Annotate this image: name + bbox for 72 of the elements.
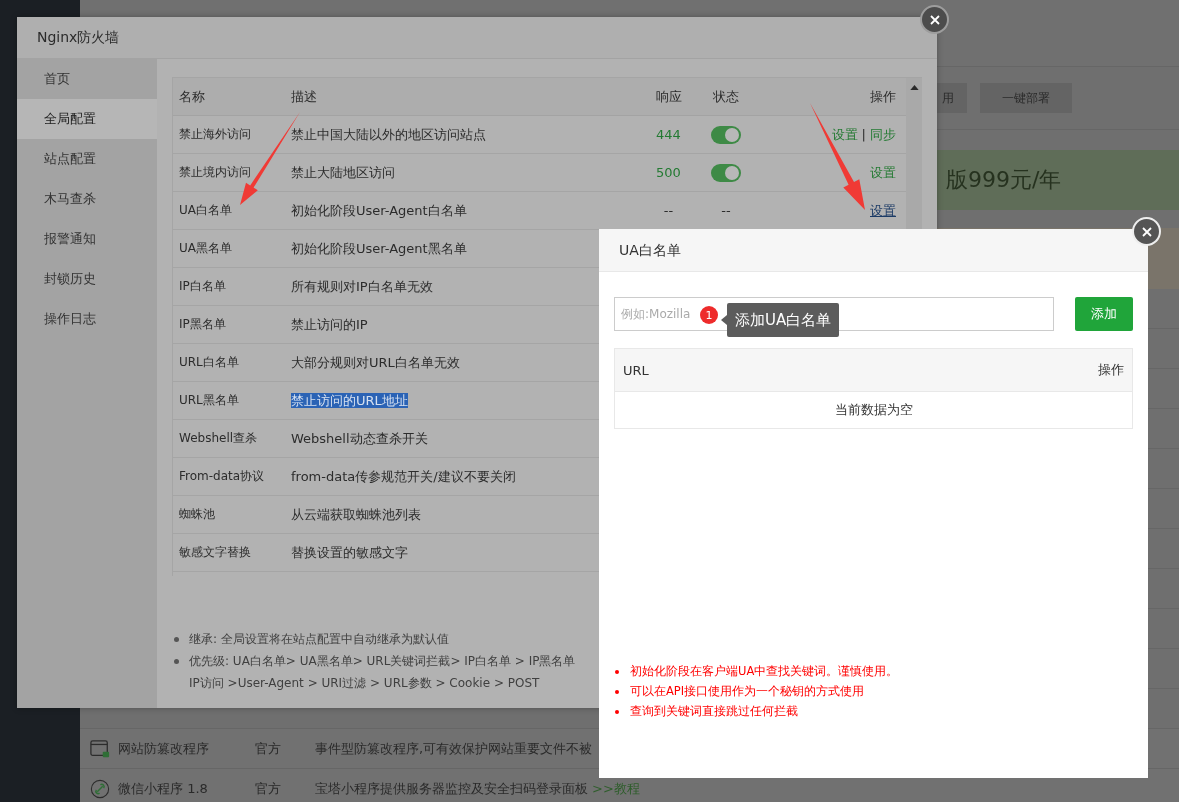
rule-name: URL黑名单: [178, 392, 240, 409]
bullet-icon: [615, 709, 619, 714]
plugin-name: 网站防篡改程序: [118, 739, 210, 758]
rule-description: 禁止访问的IP: [291, 316, 368, 332]
note-text: 优先级: UA白名单> UA黑名单> URL关键词拦截> IP白名单 > IP黑名单: [189, 653, 576, 670]
rule-description: 大部分规则对URL白名单无效: [291, 354, 460, 370]
rule-name: From-data协议: [178, 468, 266, 485]
link-circle-icon: [90, 778, 110, 799]
note-text: 查询到关键词直接跳过任何拦截: [630, 704, 798, 719]
sidebar-item[interactable]: 全局配置: [17, 99, 157, 139]
rule-name: UA黑名单: [178, 240, 233, 257]
rule-name: Webshell查杀: [178, 430, 259, 447]
note-text: IP访问 >User-Agent > URI过滤 > URL参数 > Cookie > POST: [189, 675, 541, 692]
toggle-switch[interactable]: [711, 125, 741, 144]
column-header: URL: [623, 362, 649, 378]
rule-description: 禁止中国大陆以外的地区访问站点: [291, 126, 486, 142]
rule-name: IP黑名单: [178, 316, 227, 333]
column-header: 响应: [654, 87, 683, 106]
tooltip: 添加UA白名单: [727, 303, 840, 337]
action-link[interactable]: 设置: [870, 163, 896, 182]
column-header: 名称: [178, 87, 206, 106]
rule-name: URL白名单: [178, 354, 240, 371]
rule-description: 初始化阶段User-Agent白名单: [291, 202, 467, 218]
note-text: 继承: 全局设置将在站点配置中自动继承为默认值: [189, 631, 449, 648]
column-header: 操作: [1098, 361, 1124, 379]
rule-description: Webshell动态查杀开关: [291, 430, 428, 446]
close-icon: [928, 13, 941, 26]
column-header: 状态: [712, 87, 740, 106]
column-header: 操作: [869, 87, 897, 106]
action-link[interactable]: 同步: [870, 125, 896, 144]
bullet-icon: [615, 669, 619, 674]
action-link[interactable]: 设置: [870, 201, 896, 220]
status-text: --: [721, 203, 731, 218]
rule-description: 初始化阶段User-Agent黑名单: [291, 240, 467, 256]
note-text: 初始化阶段在客户端UA中查找关键词。谨慎使用。: [630, 664, 899, 679]
browser-window-icon: [90, 738, 110, 759]
rule-description: 所有规则对IP白名单无效: [291, 278, 433, 294]
response-code: 444: [656, 127, 681, 142]
rule-description: 替换设置的敏感文字: [291, 544, 408, 560]
rule-name: 禁止海外访问: [178, 126, 252, 143]
bullet-icon: [174, 659, 179, 664]
plugin-description: 宝塔小程序提供服务器监控及安全扫码登录面板: [315, 779, 588, 798]
empty-message: 当前数据为空: [834, 401, 913, 419]
column-header: 描述: [291, 87, 318, 106]
response-code: --: [663, 203, 674, 218]
rule-name: 蜘蛛池: [178, 506, 216, 523]
rule-name: IP白名单: [178, 278, 227, 295]
dialog-title: Nginx防火墙: [17, 17, 937, 59]
plugin-description: 事件型防篡改程序,可有效保护网站重要文件不被: [315, 739, 593, 758]
rule-name: 禁止境内访问: [178, 164, 252, 181]
rule-description: 禁止访问的URL地址: [291, 392, 408, 408]
response-code: 500: [656, 165, 681, 180]
rule-description: from-data传参规范开关/建议不要关闭: [291, 468, 516, 484]
rule-name: 敏感文字替换: [178, 544, 252, 561]
rule-description: 从云端获取蜘蛛池列表: [291, 506, 421, 522]
add-button[interactable]: 添加: [1075, 297, 1133, 331]
plugin-name: 微信小程序 1.8: [118, 779, 209, 798]
note-text: 可以在API接口使用作为一个秘钥的方式使用: [630, 684, 865, 699]
separator-text: |: [861, 127, 866, 142]
plugin-source: 官方: [255, 739, 282, 758]
dialog-title: UA白名单: [599, 229, 1148, 272]
close-icon: [1140, 225, 1153, 238]
banner-text: 版999元/年: [946, 166, 1062, 194]
rule-name: UA白名单: [178, 202, 233, 219]
action-link[interactable]: 设置: [831, 125, 858, 144]
toggle-switch[interactable]: [711, 163, 741, 182]
bullet-icon: [174, 637, 179, 642]
bullet-icon: [615, 689, 619, 694]
plugin-source: 官方: [255, 779, 282, 798]
rule-description: 禁止大陆地区访问: [291, 164, 395, 180]
tooltip-pointer-icon: [721, 315, 727, 325]
scroll-up-icon[interactable]: [909, 85, 919, 90]
